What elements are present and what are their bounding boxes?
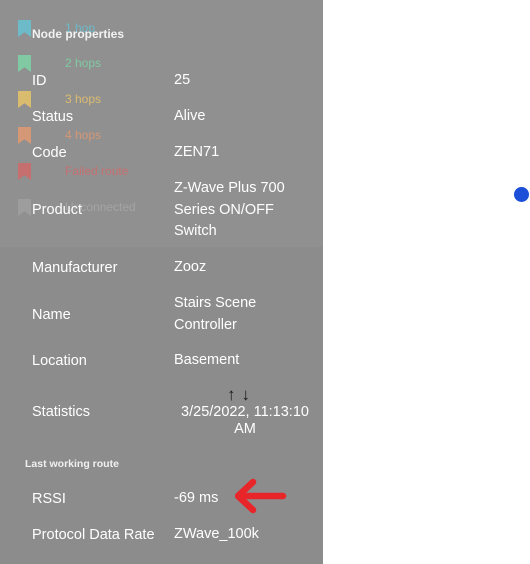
network-graph-canvas[interactable]: 1 hop 2 hops 3 hops 4 hops Failed route … xyxy=(0,0,530,564)
graph-node[interactable] xyxy=(514,187,529,202)
property-label-location: Location xyxy=(32,353,87,369)
route-label-protocol-data-rate: Protocol Data Rate xyxy=(32,527,155,543)
property-label-code: Code xyxy=(32,145,67,161)
bookmark-icon xyxy=(18,199,31,216)
property-value-status: Alive xyxy=(174,108,206,124)
bookmark-icon xyxy=(18,91,31,108)
property-label-statistics: Statistics xyxy=(32,404,91,420)
property-value-product: Z-Wave Plus 700 Series ON/OFF Switch xyxy=(174,180,285,239)
property-label-status: Status xyxy=(32,109,74,125)
annotation-arrow-icon xyxy=(234,478,287,514)
property-value-manufacturer: Zooz xyxy=(174,259,207,275)
property-label-manufacturer: Manufacturer xyxy=(32,260,118,276)
route-label-rssi: RSSI xyxy=(32,491,66,507)
legend-label: 4 hops xyxy=(65,128,102,142)
sort-arrows-icon[interactable]: ↑↓ xyxy=(227,385,256,405)
bookmark-icon xyxy=(18,163,31,180)
legend-label: 2 hops xyxy=(65,56,102,70)
property-value-location: Basement xyxy=(174,352,240,368)
bookmark-icon xyxy=(18,55,31,72)
bookmark-icon xyxy=(18,127,31,144)
property-label-product: Product xyxy=(32,202,82,218)
property-value-name: Stairs Scene Controller xyxy=(174,295,257,333)
route-value-protocol-data-rate: ZWave_100k xyxy=(174,526,259,542)
property-value-statistics: 3/25/2022, 11:13:10 AM xyxy=(181,404,309,437)
route-section-title: Last working route xyxy=(25,458,119,470)
property-label-name: Name xyxy=(32,307,71,323)
bookmark-icon xyxy=(18,20,31,37)
property-label-id: ID xyxy=(32,73,47,89)
legend-label: Failed route xyxy=(65,164,129,178)
property-value-code: ZEN71 xyxy=(174,144,220,160)
legend-label: 3 hops xyxy=(65,92,102,106)
property-value-id: 25 xyxy=(174,72,191,88)
section-title: Node properties xyxy=(32,27,125,41)
